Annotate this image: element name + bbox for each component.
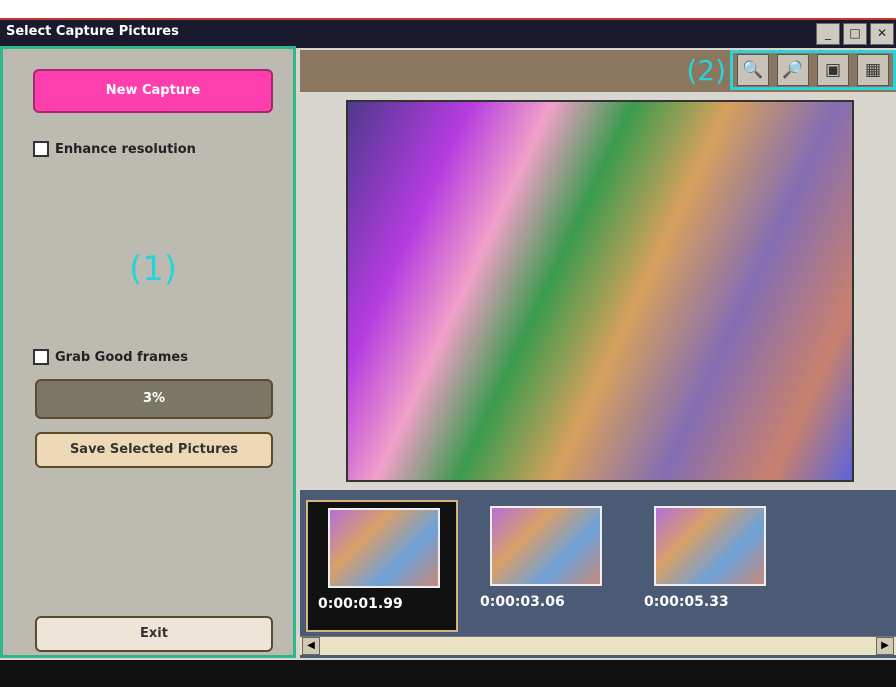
enhance-resolution-checkbox[interactable]: Enhance resolution	[33, 141, 196, 157]
minimize-button[interactable]: _	[816, 23, 840, 45]
window-title: Select Capture Pictures	[6, 24, 179, 39]
save-selected-button[interactable]: Save Selected Pictures	[35, 432, 273, 468]
title-bar: Select Capture Pictures _ □ ✕	[0, 18, 896, 48]
enhance-resolution-label: Enhance resolution	[55, 141, 196, 157]
exit-button[interactable]: Exit	[35, 616, 273, 652]
thumbnail-image	[490, 506, 602, 586]
grab-good-frames-checkbox[interactable]: Grab Good frames	[33, 349, 188, 365]
thumbnail-strip: 0:00:01.99 0:00:03.06 0:00:05.33	[300, 490, 896, 658]
top-strip	[0, 0, 896, 18]
thumbnail-item[interactable]: 0:00:03.06	[470, 500, 618, 628]
capture-window: Select Capture Pictures _ □ ✕ New Captur…	[0, 0, 896, 687]
thumbnail-time: 0:00:01.99	[318, 596, 403, 612]
zoom-out-icon[interactable]: 🔎	[777, 54, 809, 86]
checkbox-box[interactable]	[33, 349, 49, 365]
image-toolbar: (2) 🔍 🔎 ▣ ▦	[300, 50, 896, 92]
preview-image	[346, 100, 854, 482]
maximize-button[interactable]: □	[843, 23, 867, 45]
checkbox-box[interactable]	[33, 141, 49, 157]
actual-size-icon[interactable]: ▦	[857, 54, 889, 86]
bottom-bar	[0, 660, 896, 687]
scroll-right-arrow[interactable]: ▶	[876, 637, 894, 655]
left-panel: New Capture Enhance resolution (1) Grab …	[0, 46, 296, 658]
zoom-tools: 🔍 🔎 ▣ ▦	[730, 50, 896, 90]
horizontal-scrollbar[interactable]: ◀ ▶	[300, 636, 896, 655]
fit-icon[interactable]: ▣	[817, 54, 849, 86]
thumbnail-image	[654, 506, 766, 586]
thumbnail-image	[328, 508, 440, 588]
thumbnail-item[interactable]: 0:00:05.33	[634, 500, 782, 628]
grab-good-frames-label: Grab Good frames	[55, 349, 188, 365]
right-panel: (2) 🔍 🔎 ▣ ▦ 0:00:01.99 0:00:03.06 0:00:0…	[296, 46, 896, 658]
thumbnail-time: 0:00:03.06	[480, 594, 565, 610]
thumbnail-time: 0:00:05.33	[644, 594, 729, 610]
close-button[interactable]: ✕	[870, 23, 894, 45]
zoom-in-icon[interactable]: 🔍	[737, 54, 769, 86]
new-capture-button[interactable]: New Capture	[33, 69, 273, 113]
thumbnail-item[interactable]: 0:00:01.99	[306, 500, 458, 632]
region-label-2: (2)	[686, 54, 726, 87]
percent-indicator: 3%	[35, 379, 273, 419]
region-label-1: (1)	[129, 249, 178, 289]
scroll-left-arrow[interactable]: ◀	[302, 637, 320, 655]
